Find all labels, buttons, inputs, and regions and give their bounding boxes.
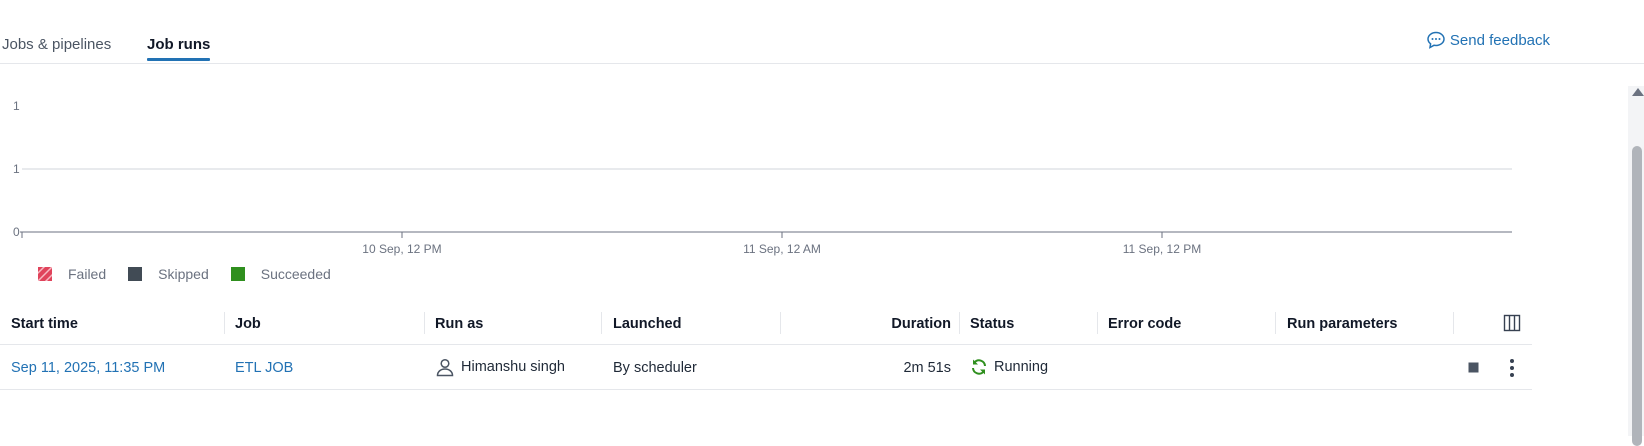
y-tick-label: 1 — [13, 99, 20, 113]
chat-bubble-icon — [1427, 31, 1445, 49]
status-label: Running — [994, 359, 1049, 375]
column-divider[interactable] — [601, 312, 602, 334]
status-cell: Running — [970, 345, 1048, 389]
column-divider[interactable] — [959, 312, 960, 334]
running-refresh-icon — [972, 359, 986, 375]
job-runs-table: Start time Job Run as Launched Duration … — [0, 300, 1532, 390]
tab-job-runs[interactable]: Job runs — [147, 36, 211, 61]
legend-item-skipped[interactable]: Skipped — [128, 266, 209, 282]
column-header-error-code[interactable]: Error code — [1108, 300, 1181, 344]
job-runs-chart: 1 1 0 10 Sep, 12 PM 11 Sep, 12 AM 11 Sep… — [13, 99, 1512, 256]
tab-bar: Jobs & pipelines Job runs Send feedback — [0, 0, 1644, 64]
column-divider[interactable] — [1275, 312, 1276, 334]
column-divider[interactable] — [424, 312, 425, 334]
run-as-cell: Himanshu singh — [435, 345, 565, 389]
column-header-duration[interactable]: Duration — [780, 300, 951, 344]
stop-icon[interactable] — [1468, 362, 1479, 373]
legend-label: Failed — [68, 266, 107, 282]
send-feedback-label: Send feedback — [1449, 31, 1550, 49]
skipped-swatch-icon — [128, 267, 143, 281]
y-tick-label: 0 — [13, 225, 20, 239]
duration-cell: 2m 51s — [903, 360, 951, 376]
column-header-launched[interactable]: Launched — [613, 300, 681, 344]
table-row: Sep 11, 2025, 11:35 PM ETL JOB Himanshu … — [0, 345, 1532, 390]
legend-item-succeeded[interactable]: Succeeded — [230, 266, 331, 282]
column-divider[interactable] — [224, 312, 225, 334]
column-header-run-parameters[interactable]: Run parameters — [1287, 300, 1397, 344]
launched-cell: By scheduler — [613, 360, 697, 376]
run-as-name: Himanshu singh — [461, 359, 565, 375]
chart-legend: Failed Skipped Succeeded — [38, 266, 353, 282]
column-header-run-as[interactable]: Run as — [435, 300, 483, 344]
failed-swatch-icon — [38, 267, 52, 281]
legend-item-failed[interactable]: Failed — [38, 266, 106, 282]
scroll-up-arrow-icon[interactable] — [1632, 88, 1644, 96]
columns-settings-icon[interactable] — [1503, 314, 1521, 332]
succeeded-swatch-icon — [230, 267, 245, 281]
column-divider[interactable] — [1453, 312, 1454, 334]
scrollbar-thumb[interactable] — [1632, 146, 1642, 446]
tab-jobs-pipelines[interactable]: Jobs & pipelines — [2, 36, 111, 53]
table-header: Start time Job Run as Launched Duration … — [0, 300, 1532, 345]
start-time-link[interactable]: Sep 11, 2025, 11:35 PM — [11, 345, 165, 389]
x-tick-label: 11 Sep, 12 PM — [1123, 242, 1202, 256]
vertical-scrollbar[interactable] — [1628, 86, 1644, 446]
x-tick-label: 10 Sep, 12 PM — [362, 242, 441, 256]
job-link[interactable]: ETL JOB — [235, 345, 293, 389]
send-feedback-link[interactable]: Send feedback — [1426, 30, 1550, 50]
legend-label: Succeeded — [260, 266, 331, 282]
column-header-start-time[interactable]: Start time — [11, 300, 78, 344]
column-header-status[interactable]: Status — [970, 300, 1014, 344]
legend-label: Skipped — [158, 266, 209, 282]
user-icon — [436, 358, 454, 377]
y-tick-label: 1 — [13, 162, 20, 176]
column-header-job[interactable]: Job — [235, 300, 261, 344]
column-divider[interactable] — [1097, 312, 1098, 334]
x-tick-label: 11 Sep, 12 AM — [743, 242, 821, 256]
kebab-menu-icon[interactable] — [1506, 358, 1518, 378]
